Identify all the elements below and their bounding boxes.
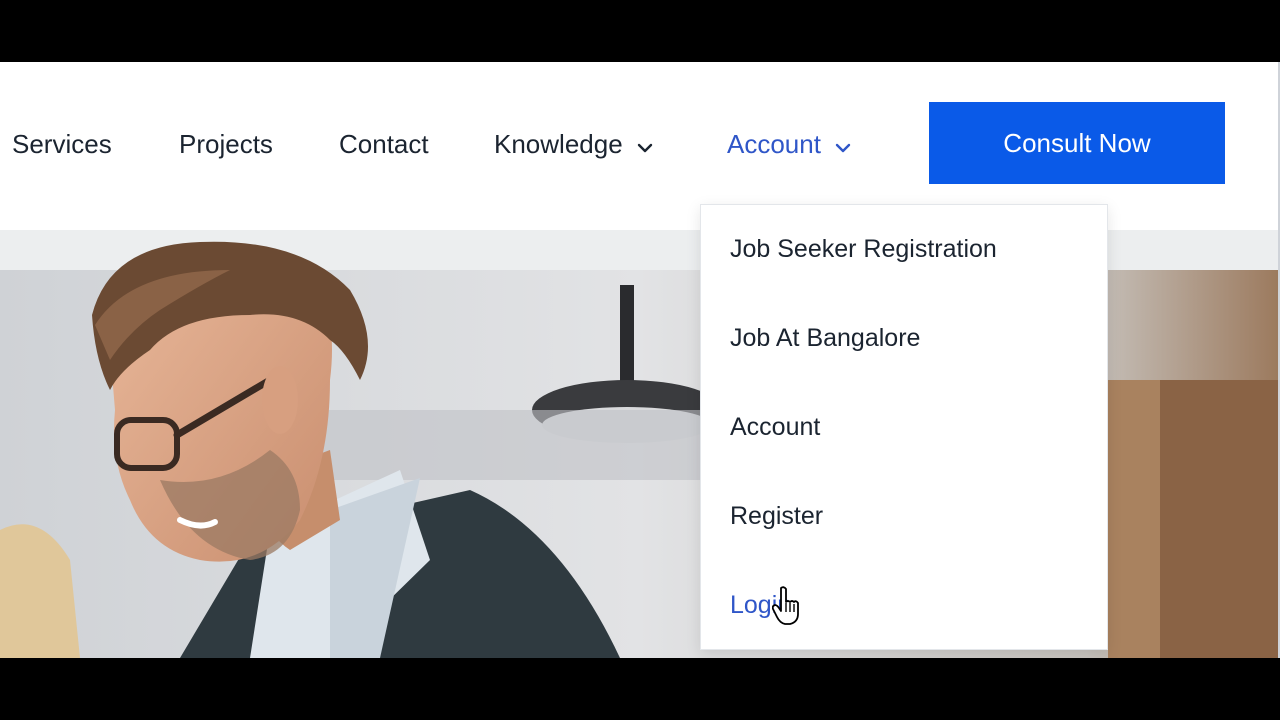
nav-link-knowledge-label: Knowledge xyxy=(494,129,623,159)
account-dropdown-menu: Job Seeker Registration Job At Bangalore… xyxy=(700,204,1108,650)
nav-link-services[interactable]: Services xyxy=(12,128,112,160)
letterbox-top xyxy=(0,0,1280,62)
menu-item-account[interactable]: Account xyxy=(730,413,820,442)
menu-item-login[interactable]: Login xyxy=(730,591,791,620)
menu-item-job-seeker-registration[interactable]: Job Seeker Registration xyxy=(730,235,997,264)
browser-viewport: Services Projects Contact Knowledge Acco… xyxy=(0,62,1280,658)
menu-item-register[interactable]: Register xyxy=(730,502,823,531)
consult-now-button[interactable]: Consult Now xyxy=(929,102,1225,184)
chevron-down-icon xyxy=(637,128,653,160)
nav-link-projects[interactable]: Projects xyxy=(179,128,273,160)
letterbox-bottom xyxy=(0,658,1280,720)
chevron-down-icon xyxy=(835,128,851,160)
nav-link-knowledge[interactable]: Knowledge xyxy=(494,128,653,160)
menu-item-job-at-bangalore[interactable]: Job At Bangalore xyxy=(730,324,920,353)
nav-link-contact[interactable]: Contact xyxy=(339,128,429,160)
nav-link-account-label: Account xyxy=(727,129,821,159)
nav-link-account[interactable]: Account xyxy=(727,128,851,160)
